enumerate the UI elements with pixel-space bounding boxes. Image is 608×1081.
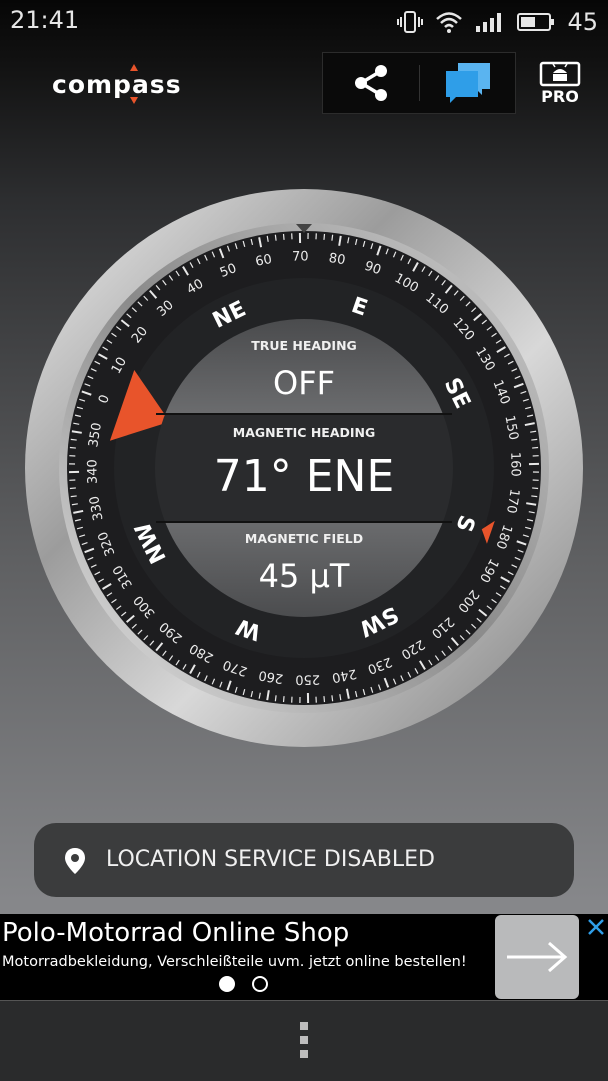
pager-dot[interactable] [252,976,268,992]
magnetic-heading-value: 71° ENE [214,451,395,502]
location-service-bar[interactable]: LOCATION SERVICE DISABLED [34,823,574,897]
dial-degree-label: 160 [507,452,522,477]
dial-tick [531,439,537,440]
dial-tick [332,235,333,241]
close-icon [586,917,606,937]
dial-tick [531,496,537,497]
location-pin-icon [64,847,86,875]
dial-tick [284,234,285,240]
dial-degree-label: 250 [295,671,320,686]
true-heading-label: TRUE HEADING [251,338,357,353]
dial-tick [532,488,538,489]
magnetic-heading-label: MAGNETIC HEADING [233,425,376,440]
dial-tick [332,695,333,701]
dial-degree-label: 340 [85,459,100,484]
dial-tick [275,235,276,241]
dial-tick [275,695,276,701]
dial-degree-label: 70 [292,249,309,264]
dial-degree-label: 80 [328,251,347,268]
dial-tick [70,448,76,449]
magnetic-field-label: MAGNETIC FIELD [245,531,363,546]
dial-tick [324,234,325,240]
ad-arrow-button[interactable] [495,915,579,999]
ad-title: Polo-Motorrad Online Shop [2,918,349,948]
dial-tick [71,439,77,440]
arrow-right-icon [495,915,579,999]
true-heading-value: OFF [273,364,335,402]
dial-tick [284,696,285,702]
dial-tick [71,496,77,497]
dial-tick [324,696,325,702]
overflow-menu-button[interactable] [296,1020,312,1060]
dial-degree-label: 60 [254,252,273,270]
ad-close-button[interactable] [586,917,606,937]
magnetic-field-value: 45 µT [259,557,350,595]
more-vert-icon [296,1020,312,1060]
ad-subtitle: Motorradbekleidung, Verschleißteile uvm.… [2,954,467,970]
location-service-text: LOCATION SERVICE DISABLED [106,847,435,872]
pager-dot-active[interactable] [219,976,235,992]
dial-tick [532,448,538,449]
dial-tick [70,488,76,489]
